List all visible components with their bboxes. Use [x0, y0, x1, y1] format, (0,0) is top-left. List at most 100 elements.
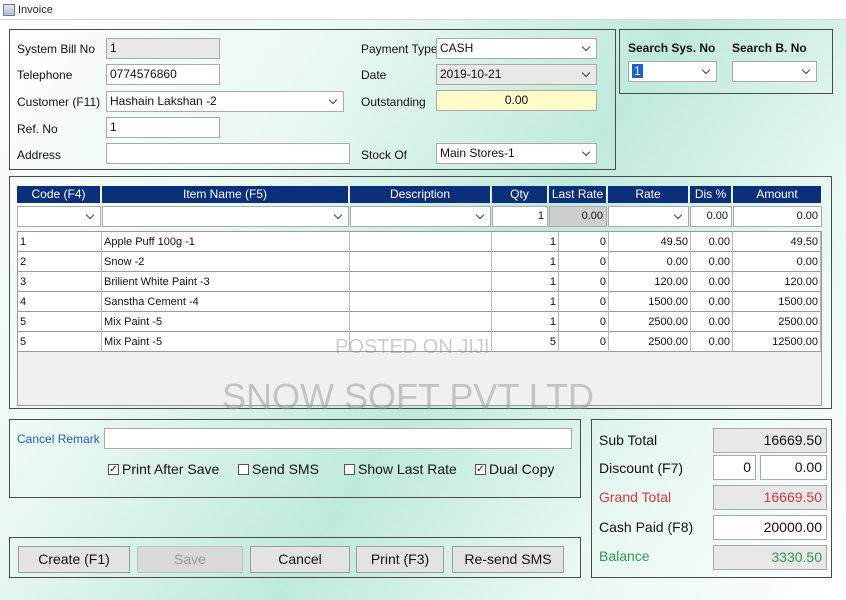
cell-amount: 1500.00 — [733, 292, 821, 312]
search-sys-no-combo[interactable]: 1 — [628, 61, 717, 82]
col-header-amount[interactable]: Amount — [733, 186, 822, 203]
outstanding-label: Outstanding — [361, 95, 426, 109]
resend-sms-button[interactable]: Re-send SMS — [452, 546, 564, 573]
outstanding-field: 0.00 — [436, 90, 597, 111]
cell-item: Mix Paint -5 — [102, 312, 350, 332]
chevron-down-icon — [333, 210, 343, 220]
grand-total-label: Grand Total — [599, 489, 672, 505]
address-label: Address — [17, 148, 62, 162]
cell-amount: 120.00 — [733, 272, 821, 292]
cancel-remark-field[interactable] — [104, 428, 572, 449]
app-icon — [3, 3, 15, 16]
cell-dis: 0.00 — [691, 252, 733, 272]
send-sms-label: Send SMS — [252, 461, 319, 477]
stock-of-combo[interactable]: Main Stores-1 — [436, 143, 597, 164]
window-titlebar: Invoice — [0, 0, 846, 20]
table-row[interactable]: 2 Snow -2 1 0 0.00 0.00 0.00 — [18, 252, 821, 272]
cell-dis: 0.00 — [691, 272, 733, 292]
entry-amount-field[interactable]: 0.00 — [733, 206, 822, 227]
cell-item: Apple Puff 100g -1 — [102, 232, 350, 252]
discount-amount-field[interactable]: 0.00 — [760, 455, 827, 480]
chevron-down-icon — [581, 147, 591, 157]
search-sys-no-label: Search Sys. No — [628, 41, 716, 55]
print-after-save-checkbox[interactable]: ✓ Print After Save — [108, 461, 219, 477]
checkbox-checked-icon: ✓ — [475, 463, 486, 475]
chevron-down-icon — [581, 42, 591, 52]
balance-label: Balance — [599, 548, 650, 564]
payment-type-combo[interactable]: CASH — [436, 38, 597, 59]
col-header-dis[interactable]: Dis % — [690, 186, 732, 203]
cell-last-rate: 0 — [559, 272, 609, 292]
cell-qty: 1 — [492, 232, 559, 252]
cell-item: Sanstha Cement -4 — [102, 292, 350, 312]
cell-rate: 120.00 — [609, 272, 691, 292]
chevron-down-icon — [581, 68, 591, 78]
sub-total-field: 16669.50 — [713, 428, 827, 453]
telephone-label: Telephone — [17, 68, 73, 82]
cell-dis: 0.00 — [691, 292, 733, 312]
cell-amount: 12500.00 — [733, 332, 821, 352]
cell-description — [350, 232, 492, 252]
stock-of-value: Main Stores-1 — [440, 146, 515, 160]
customer-combo[interactable]: Hashain Lakshan -2 — [106, 91, 344, 112]
cell-last-rate: 0 — [559, 232, 609, 252]
sub-total-label: Sub Total — [599, 432, 658, 448]
dual-copy-label: Dual Copy — [489, 461, 555, 477]
cell-qty: 1 — [492, 252, 559, 272]
entry-dis-field[interactable]: 0.00 — [690, 206, 732, 227]
dual-copy-checkbox[interactable]: ✓ Dual Copy — [475, 461, 554, 477]
cell-rate: 2500.00 — [609, 312, 691, 332]
window-title: Invoice — [18, 3, 53, 16]
entry-item-combo[interactable] — [102, 206, 349, 227]
cancel-remark-label: Cancel Remark — [17, 432, 100, 446]
show-last-rate-label: Show Last Rate — [358, 461, 457, 477]
table-row[interactable]: 1 Apple Puff 100g -1 1 0 49.50 0.00 49.5… — [18, 232, 821, 252]
cell-last-rate: 0 — [559, 332, 609, 352]
col-header-qty[interactable]: Qty — [492, 186, 548, 203]
col-header-last-rate[interactable]: Last Rate — [549, 186, 607, 203]
show-last-rate-checkbox[interactable]: Show Last Rate — [344, 461, 457, 477]
date-picker[interactable]: 2019-10-21 — [436, 64, 597, 85]
entry-description-combo[interactable] — [350, 206, 491, 227]
col-header-description[interactable]: Description — [350, 186, 491, 203]
stock-of-label: Stock Of — [361, 148, 408, 162]
grand-total-field: 16669.50 — [713, 485, 827, 510]
cash-paid-field[interactable]: 20000.00 — [713, 515, 827, 540]
discount-percent-field[interactable]: 0 — [713, 455, 756, 480]
cell-amount: 49.50 — [733, 232, 821, 252]
entry-qty-field[interactable]: 1 — [492, 206, 548, 227]
table-row[interactable]: 3 Brilient White Paint -3 1 0 120.00 0.0… — [18, 272, 821, 292]
cell-dis: 0.00 — [691, 312, 733, 332]
cell-code: 3 — [18, 272, 102, 292]
col-header-item-name[interactable]: Item Name (F5) — [102, 186, 349, 203]
col-header-code[interactable]: Code (F4) — [17, 186, 101, 203]
cell-code: 1 — [18, 232, 102, 252]
address-field[interactable] — [106, 143, 350, 164]
table-row[interactable]: 5 Mix Paint -5 1 0 2500.00 0.00 2500.00 — [18, 312, 821, 332]
cell-rate: 2500.00 — [609, 332, 691, 352]
cell-qty: 5 — [492, 332, 559, 352]
search-bill-no-combo[interactable] — [732, 61, 817, 82]
payment-type-value: CASH — [440, 41, 474, 55]
telephone-field[interactable]: 0774576860 — [106, 64, 220, 85]
cell-rate: 1500.00 — [609, 292, 691, 312]
customer-label: Customer (F11) — [17, 95, 101, 109]
table-row[interactable]: 4 Sanstha Cement -4 1 0 1500.00 0.00 150… — [18, 292, 821, 312]
customer-value: Hashain Lakshan -2 — [110, 94, 217, 108]
print-button[interactable]: Print (F3) — [356, 546, 444, 573]
chevron-down-icon — [673, 210, 683, 220]
create-button[interactable]: Create (F1) — [18, 546, 130, 573]
col-header-rate[interactable]: Rate — [608, 186, 689, 203]
entry-code-combo[interactable] — [17, 206, 101, 227]
cell-rate: 49.50 — [609, 232, 691, 252]
save-button[interactable]: Save — [137, 546, 243, 573]
cancel-button[interactable]: Cancel — [250, 546, 350, 573]
ref-no-field[interactable]: 1 — [106, 117, 220, 138]
chevron-down-icon — [801, 65, 811, 75]
checkbox-unchecked-icon — [344, 463, 355, 475]
entry-rate-combo[interactable] — [608, 206, 689, 227]
cell-code: 5 — [18, 312, 102, 332]
cash-paid-label: Cash Paid (F8) — [599, 519, 694, 535]
system-bill-no-field[interactable]: 1 — [106, 38, 220, 59]
send-sms-checkbox[interactable]: Send SMS — [238, 461, 319, 477]
